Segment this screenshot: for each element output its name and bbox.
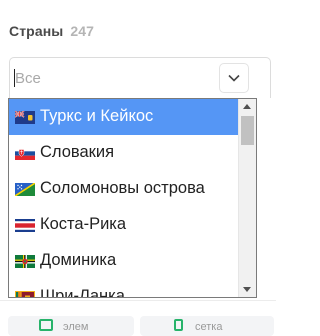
footer-right-label: сетка — [195, 321, 223, 333]
list-view-icon — [39, 319, 53, 331]
flag-dominica-icon — [15, 255, 35, 268]
text-cursor — [14, 69, 15, 87]
option-label: Шри-Ланка — [40, 287, 125, 298]
option-label: Соломоновы острова — [40, 179, 205, 197]
scrollbar-thumb[interactable] — [241, 116, 254, 145]
chevron-down-icon — [228, 74, 240, 82]
footer-right-button[interactable]: сетка — [140, 316, 274, 336]
list-item-costa-rica[interactable]: Коста-Рика — [9, 207, 239, 243]
flag-solomon-islands-icon — [15, 183, 35, 196]
list-item-solomon-islands[interactable]: Соломоновы острова — [9, 171, 239, 207]
option-label: Доминика — [40, 251, 117, 269]
scroll-down-arrow-icon[interactable] — [243, 287, 251, 292]
list-item-slovakia[interactable]: Словакия — [9, 135, 239, 171]
flag-turks-and-caicos-icon — [15, 111, 35, 124]
country-search-input[interactable] — [14, 66, 215, 90]
country-dropdown-list[interactable]: Туркс и Кейкос Словакия Соломоновы остро… — [8, 98, 257, 298]
option-label: Коста-Рика — [40, 215, 127, 233]
list-item-sri-lanka[interactable]: Шри-Ланка — [9, 279, 239, 298]
list-item-turks-and-caicos[interactable]: Туркс и Кейкос — [9, 99, 239, 135]
footer-left-button[interactable]: элем — [8, 316, 134, 336]
filter-title: Страны 247 — [9, 23, 94, 39]
footer-left-label: элем — [63, 321, 89, 333]
flag-slovakia-icon — [15, 147, 35, 160]
country-select[interactable] — [9, 57, 271, 98]
option-label: Словакия — [40, 143, 115, 161]
dropdown-scrollbar[interactable] — [238, 99, 256, 297]
option-label: Туркс и Кейкос — [40, 107, 154, 125]
section-divider — [0, 300, 276, 301]
flag-sri-lanka-icon — [15, 291, 35, 297]
list-item-dominica[interactable]: Доминика — [9, 243, 239, 279]
grid-view-icon — [174, 319, 183, 331]
scroll-up-arrow-icon[interactable] — [243, 104, 251, 109]
filter-title-label: Страны — [9, 23, 64, 39]
dropdown-toggle-button[interactable] — [219, 63, 249, 93]
flag-costa-rica-icon — [15, 219, 35, 232]
filter-count: 247 — [70, 23, 94, 39]
